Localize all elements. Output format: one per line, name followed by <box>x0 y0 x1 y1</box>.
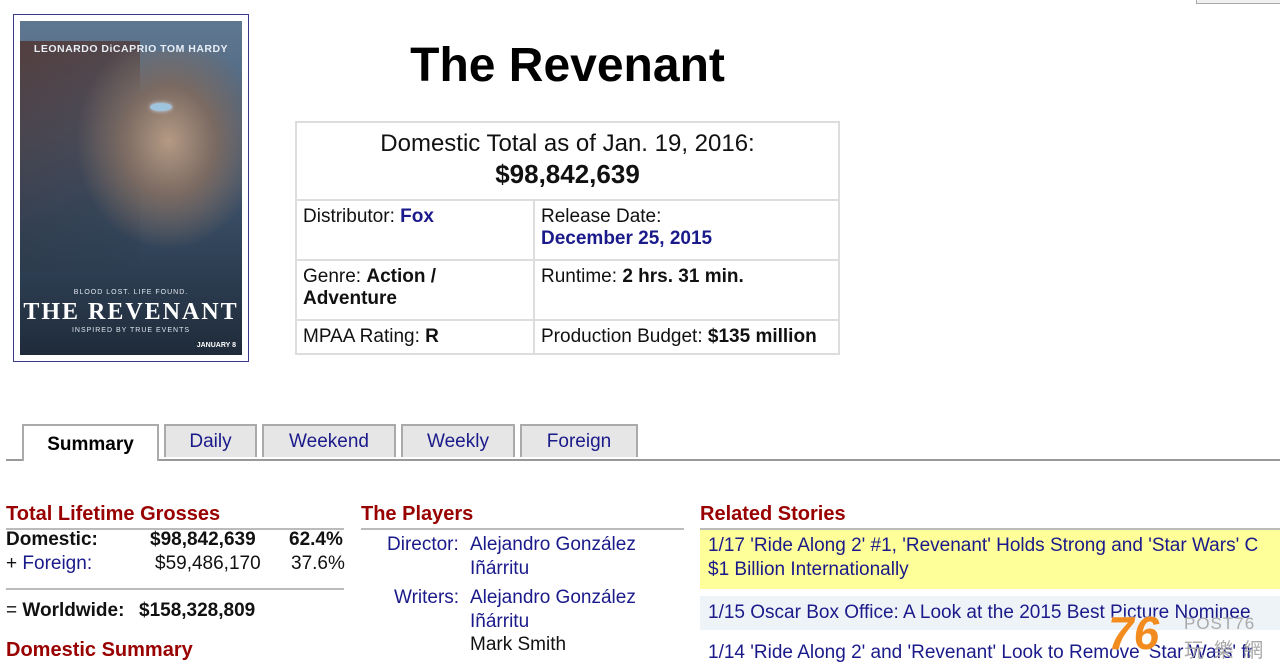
worldwide-row-label: = Worldwide: <box>6 600 124 622</box>
budget-label: Production Budget: <box>541 326 703 347</box>
poster-eye-shape <box>150 103 172 111</box>
distributor-label: Distributor: <box>303 206 395 227</box>
domestic-summary-title: Domestic Summary <box>6 639 193 661</box>
domestic-gross-value: $98,842,639 <box>150 529 256 550</box>
director-label: Director: <box>387 534 459 555</box>
domestic-gross-label: Domestic: <box>6 529 98 550</box>
poster-actors: LEONARDO DiCAPRIO TOM HARDY <box>33 43 229 55</box>
foreign-gross-row-label: + Foreign: <box>6 553 92 575</box>
budget-value: $135 million <box>707 326 817 347</box>
genre-label: Genre: <box>303 266 362 287</box>
related-stories-title: Related Stories <box>700 503 846 525</box>
worldwide-equals-sign: = <box>6 600 18 621</box>
grosses-section-title: Total Lifetime Grosses <box>6 503 221 525</box>
mpaa-label: MPAA Rating: <box>303 326 420 347</box>
release-date-link[interactable]: December 25, 2015 <box>541 228 712 249</box>
related-story-1-line1[interactable]: 1/17 'Ride Along 2' #1, 'Revenant' Holds… <box>708 535 1258 556</box>
watermark-brand: POST76 <box>1184 614 1256 633</box>
distributor-link[interactable]: Fox <box>400 206 434 227</box>
foreign-gross-value: $59,486,170 <box>155 553 261 574</box>
domestic-total-label: Domestic Total as of Jan. 19, 2016: <box>380 130 755 157</box>
worldwide-gross-value: $158,328,809 <box>139 600 256 621</box>
watermark-digits: 76 <box>1108 607 1160 659</box>
writer-link-line2[interactable]: Iñárritu <box>470 611 529 633</box>
poster-date: JANUARY 8 <box>196 342 236 349</box>
page-title: The Revenant <box>410 39 725 92</box>
tab-foreign[interactable]: Foreign <box>520 424 638 457</box>
director-link-line2[interactable]: Iñárritu <box>470 558 529 580</box>
release-date-cell: Release Date: December 25, 2015 <box>533 199 840 261</box>
tab-weekend[interactable]: Weekend <box>262 424 396 457</box>
foreign-plus-sign: + <box>6 553 18 574</box>
director-link-line1[interactable]: Alejandro González <box>470 534 636 556</box>
domestic-total-cell: Domestic Total as of Jan. 19, 2016: $98,… <box>295 121 840 201</box>
poster-artwork: LEONARDO DiCAPRIO TOM HARDY BLOOD LOST. … <box>20 21 242 355</box>
runtime-cell: Runtime: 2 hrs. 31 min. <box>533 259 840 321</box>
tab-weekly[interactable]: Weekly <box>401 424 515 457</box>
poster-title: THE REVENANT <box>23 299 239 325</box>
tab-summary[interactable]: Summary <box>22 424 159 461</box>
domestic-gross-percent: 62.4% <box>289 529 343 550</box>
writer-name: Mark Smith <box>470 634 567 655</box>
worldwide-divider <box>6 588 344 590</box>
genre-cell: Genre: Action / Adventure <box>295 259 535 321</box>
tab-bar: Summary Daily Weekend Weekly Foreign <box>6 422 1280 461</box>
distributor-cell: Distributor: Fox <box>295 199 535 261</box>
related-story-1[interactable]: 1/17 'Ride Along 2' #1, 'Revenant' Holds… <box>700 530 1280 589</box>
poster-tagline: BLOOD LOST. LIFE FOUND. <box>73 289 189 296</box>
foreign-gross-percent: 37.6% <box>291 553 345 574</box>
release-date-label: Release Date: <box>541 206 662 227</box>
writers-label: Writers: <box>394 587 460 608</box>
poster-face-shape <box>75 51 242 251</box>
top-right-control-edge[interactable] <box>1196 0 1280 4</box>
runtime-label: Runtime: <box>541 266 618 287</box>
poster-subtagline: INSPIRED BY TRUE EVENTS <box>71 327 191 334</box>
writer-link-line1[interactable]: Alejandro González <box>470 587 636 609</box>
players-divider <box>361 528 684 530</box>
worldwide-gross-label: Worldwide: <box>22 600 125 621</box>
domestic-total-value: $98,842,639 <box>495 159 640 189</box>
related-story-1-line2[interactable]: $1 Billion Internationally <box>708 559 909 580</box>
mpaa-value: R <box>425 326 439 347</box>
foreign-gross-link[interactable]: Foreign: <box>22 553 92 574</box>
watermark-cjk: 玩 樂 網 <box>1184 640 1266 662</box>
budget-cell: Production Budget: $135 million <box>533 319 840 355</box>
tab-daily[interactable]: Daily <box>164 424 257 457</box>
runtime-value: 2 hrs. 31 min. <box>622 266 744 287</box>
post76-watermark: 76 POST76 玩 樂 網 <box>1108 610 1278 665</box>
movie-poster[interactable]: LEONARDO DiCAPRIO TOM HARDY BLOOD LOST. … <box>13 14 249 362</box>
movie-info-table: Domestic Total as of Jan. 19, 2016: $98,… <box>295 121 840 355</box>
mpaa-cell: MPAA Rating: R <box>295 319 535 355</box>
players-section-title: The Players <box>361 503 474 525</box>
